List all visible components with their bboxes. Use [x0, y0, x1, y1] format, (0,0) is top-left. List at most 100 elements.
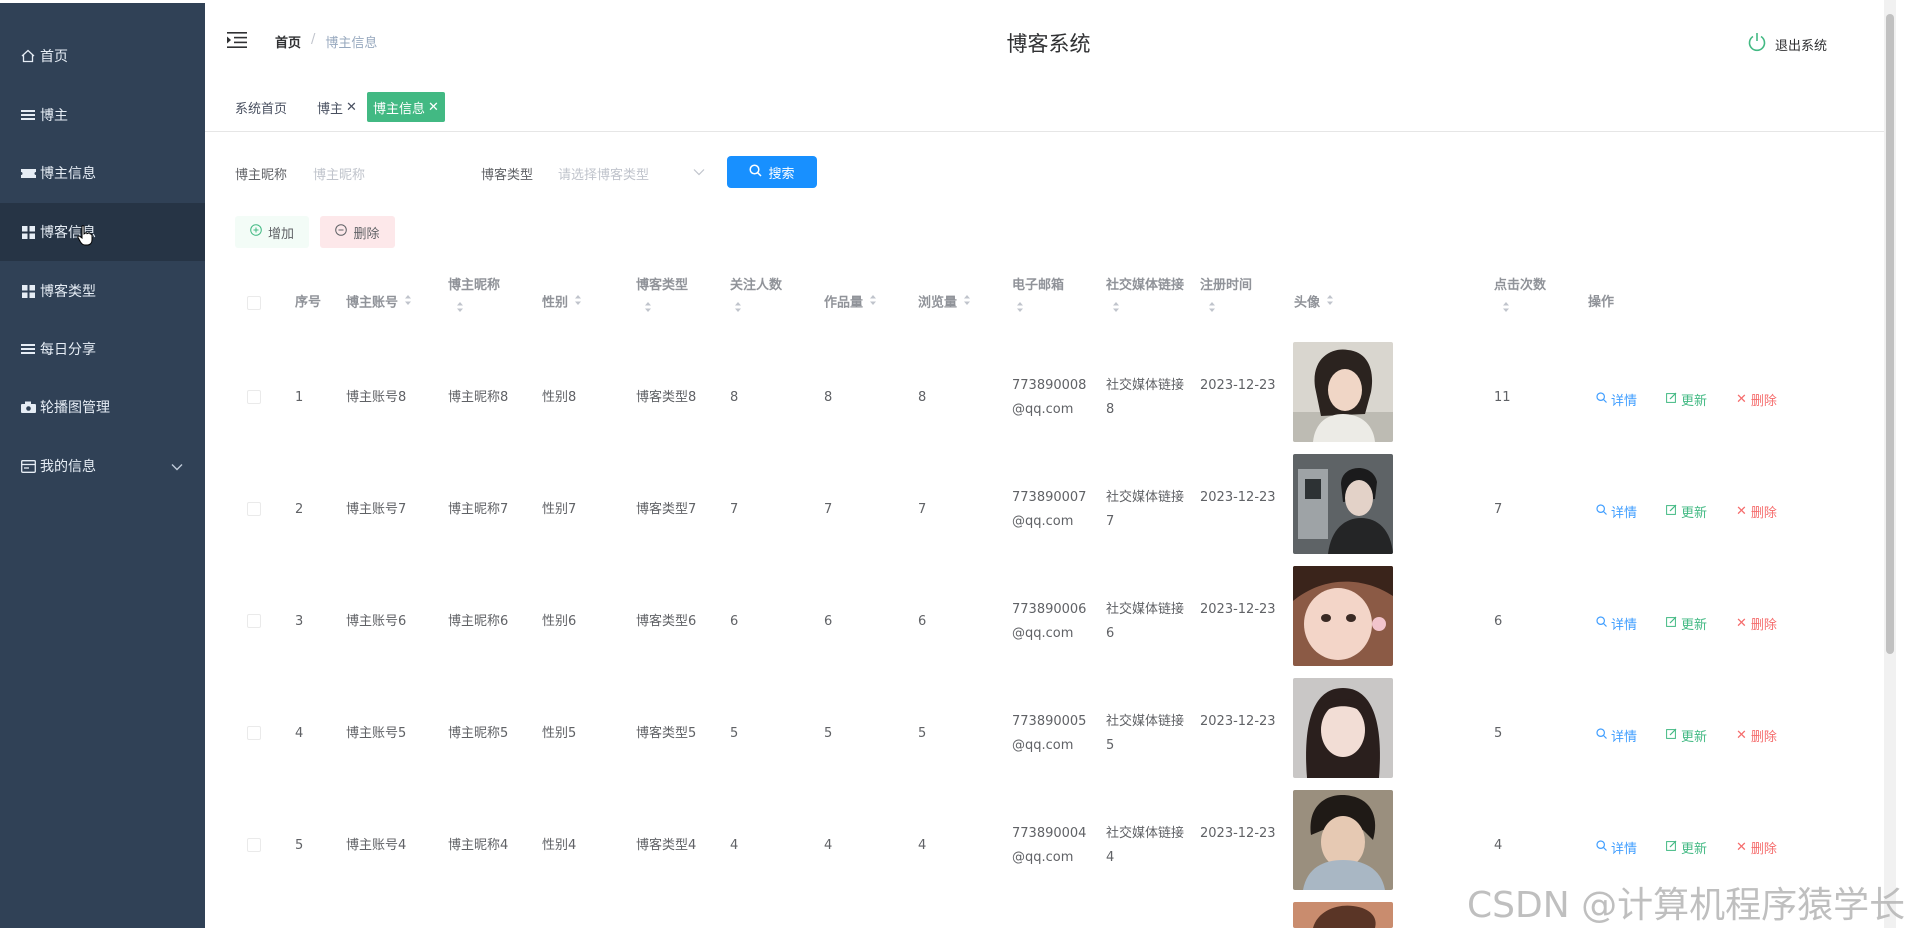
- scrollbar-thumb[interactable]: [1886, 14, 1894, 654]
- cell-works: 7: [824, 502, 833, 517]
- remove-button[interactable]: ✕ 删除: [1736, 390, 1777, 409]
- remove-button[interactable]: ✕ 删除: [1736, 502, 1777, 521]
- cell-reg-time: 2023-12-23: [1200, 602, 1276, 617]
- cell-account: 博主账号8: [346, 390, 407, 405]
- add-button[interactable]: 增加: [235, 216, 309, 248]
- sort-icon[interactable]: [1208, 298, 1216, 322]
- header-followers[interactable]: 关注人数: [730, 274, 800, 323]
- header-works[interactable]: 作品量: [824, 291, 877, 316]
- sidebar-item-my-info[interactable]: 我的信息: [0, 437, 205, 495]
- tab-blogger-info[interactable]: 博主信息 ✕: [367, 92, 445, 122]
- row-checkbox[interactable]: [247, 614, 261, 628]
- detail-button[interactable]: 详情: [1596, 614, 1637, 633]
- sort-icon[interactable]: [869, 291, 877, 315]
- sort-icon[interactable]: [1326, 291, 1334, 315]
- update-button[interactable]: 更新: [1666, 390, 1707, 409]
- header-reg-time[interactable]: 注册时间: [1200, 274, 1270, 323]
- table-row: 2 博主账号7 博主昵称7 性别7 博客类型7 7 7 7 773890007@…: [235, 454, 1835, 566]
- sidebar-item-carousel[interactable]: 轮播图管理: [0, 378, 205, 436]
- update-button[interactable]: 更新: [1666, 726, 1707, 745]
- sidebar-item-blog-info[interactable]: 博客信息: [0, 203, 205, 261]
- update-button[interactable]: 更新: [1666, 614, 1707, 633]
- search-button[interactable]: 搜索: [727, 156, 817, 188]
- delete-button[interactable]: 删除: [320, 216, 395, 248]
- row-checkbox[interactable]: [247, 390, 261, 404]
- cell-account: 博主账号6: [346, 614, 407, 629]
- vertical-scrollbar[interactable]: [1884, 0, 1896, 928]
- header-views[interactable]: 浏览量: [918, 291, 971, 316]
- header-gender[interactable]: 性别: [542, 291, 582, 316]
- cell-social: 社交媒体链接7: [1106, 490, 1185, 529]
- sidebar-item-label: 博主: [40, 108, 68, 124]
- row-checkbox[interactable]: [247, 838, 261, 852]
- close-icon[interactable]: ✕: [346, 100, 357, 115]
- update-button[interactable]: 更新: [1666, 838, 1707, 857]
- header-blog-type[interactable]: 博客类型: [636, 274, 706, 323]
- tab-home[interactable]: 系统首页: [229, 92, 293, 122]
- sidebar-item-label: 轮播图管理: [40, 400, 110, 416]
- sidebar-item-label: 博主信息: [40, 166, 96, 182]
- close-icon: ✕: [1736, 840, 1747, 855]
- header-account[interactable]: 博主账号: [346, 291, 412, 316]
- edit-icon: [1666, 616, 1677, 631]
- sidebar-item-blogger[interactable]: 博主: [0, 86, 205, 144]
- tab-blogger[interactable]: 博主 ✕: [311, 92, 363, 122]
- sort-icon[interactable]: [1502, 298, 1510, 322]
- remove-button[interactable]: ✕ 删除: [1736, 726, 1777, 745]
- sort-icon[interactable]: [734, 298, 742, 322]
- header-social[interactable]: 社交媒体链接: [1106, 274, 1186, 323]
- cell-clicks: 5: [1494, 726, 1503, 741]
- close-icon: ✕: [1736, 728, 1747, 743]
- sidebar-item-blog-type[interactable]: 博客类型: [0, 262, 205, 320]
- sidebar-item-home[interactable]: 首页: [0, 27, 205, 85]
- header-avatar[interactable]: 头像: [1294, 291, 1334, 316]
- update-button[interactable]: 更新: [1666, 502, 1707, 521]
- sidebar-item-daily-share[interactable]: 每日分享: [0, 320, 205, 378]
- sidebar-item-label: 每日分享: [40, 342, 96, 358]
- page-title: 博客系统: [1006, 32, 1091, 56]
- table-row: 3 博主账号6 博主昵称6 性别6 博客类型6 6 6 6 773890006@…: [235, 566, 1835, 678]
- detail-label: 详情: [1611, 842, 1638, 857]
- remove-button[interactable]: ✕ 删除: [1736, 614, 1777, 633]
- sort-icon[interactable]: [404, 291, 412, 315]
- cell-email: 773890007@qq.com: [1012, 490, 1087, 529]
- sort-icon[interactable]: [574, 291, 582, 315]
- avatar-image[interactable]: [1293, 678, 1393, 778]
- sort-icon[interactable]: [456, 298, 464, 322]
- header-email[interactable]: 电子邮箱: [1012, 274, 1082, 323]
- header-label: 点击次数: [1494, 278, 1547, 293]
- header-nickname[interactable]: 博主昵称: [448, 274, 518, 323]
- detail-button[interactable]: 详情: [1596, 502, 1637, 521]
- select-all-checkbox[interactable]: [247, 296, 261, 310]
- row-checkbox[interactable]: [247, 726, 261, 740]
- close-icon[interactable]: ✕: [428, 100, 439, 115]
- logout-button[interactable]: 退出系统: [1747, 32, 1827, 56]
- detail-button[interactable]: 详情: [1596, 726, 1637, 745]
- edit-icon: [1666, 392, 1677, 407]
- avatar-image[interactable]: [1293, 566, 1393, 666]
- nickname-input[interactable]: 博主昵称: [313, 155, 463, 189]
- blog-type-select[interactable]: 请选择博客类型: [558, 155, 708, 189]
- search-icon: [1596, 840, 1607, 855]
- detail-button[interactable]: 详情: [1596, 838, 1637, 857]
- plus-circle-icon: [250, 224, 262, 240]
- close-icon: ✕: [1736, 504, 1747, 519]
- header-clicks[interactable]: 点击次数: [1494, 274, 1564, 323]
- avatar-image[interactable]: [1293, 454, 1393, 554]
- sort-icon[interactable]: [1112, 298, 1120, 322]
- sort-icon[interactable]: [1016, 298, 1024, 322]
- cell-social: 社交媒体链接8: [1106, 378, 1185, 417]
- minus-circle-icon: [335, 224, 348, 240]
- sidebar-item-blogger-info[interactable]: 博主信息: [0, 144, 205, 202]
- avatar-image[interactable]: [1293, 342, 1393, 442]
- chevron-down-icon[interactable]: [171, 459, 183, 475]
- remove-button[interactable]: ✕ 删除: [1736, 838, 1777, 857]
- detail-button[interactable]: 详情: [1596, 390, 1637, 409]
- row-checkbox[interactable]: [247, 502, 261, 516]
- sort-icon[interactable]: [644, 298, 652, 322]
- avatar-image-partial[interactable]: [1293, 902, 1393, 928]
- sort-icon[interactable]: [963, 291, 971, 315]
- header-label: 作品量: [824, 295, 864, 311]
- remove-label: 删除: [1750, 506, 1777, 521]
- avatar-image[interactable]: [1293, 790, 1393, 890]
